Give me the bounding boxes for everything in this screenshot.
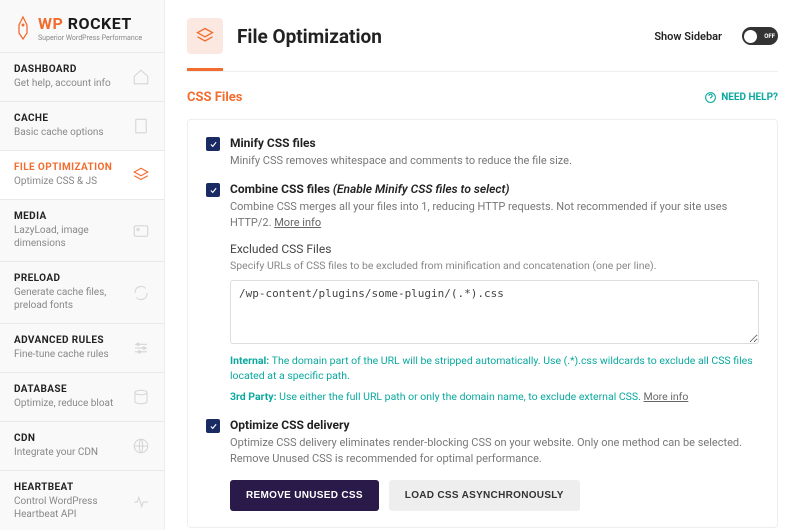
sidebar-item-advanced-rules[interactable]: ADVANCED RULESFine-tune cache rules xyxy=(0,323,164,372)
sidebar-item-file-optimization[interactable]: FILE OPTIMIZATIONOptimize CSS & JS xyxy=(0,150,164,199)
refresh-icon xyxy=(132,284,150,302)
page-title: File Optimization xyxy=(237,25,640,48)
remove-unused-css-button[interactable]: REMOVE UNUSED CSS xyxy=(230,480,379,511)
section-title: CSS Files xyxy=(187,90,242,105)
excluded-thirdparty-note: 3rd Party: Use either the full URL path … xyxy=(230,390,759,405)
check-icon xyxy=(209,422,218,431)
check-icon xyxy=(209,140,218,149)
show-sidebar-label: Show Sidebar xyxy=(654,30,722,43)
sidebar-item-heartbeat[interactable]: HEARTBEATControl WordPress Heartbeat API xyxy=(0,470,164,530)
sidebar: WP ROCKET Superior WordPress Performance… xyxy=(0,0,165,530)
option-combine-css: Combine CSS files (Enable Minify CSS fil… xyxy=(206,182,759,404)
load-css-async-button[interactable]: LOAD CSS ASYNCHRONOUSLY xyxy=(389,480,580,511)
optimize-delivery-checkbox[interactable] xyxy=(206,419,220,433)
sidebar-item-database[interactable]: DATABASEOptimize, reduce bloat xyxy=(0,372,164,421)
layers-icon xyxy=(132,166,150,184)
logo: WP ROCKET Superior WordPress Performance xyxy=(0,0,164,52)
globe-icon xyxy=(132,437,150,455)
combine-css-desc: Combine CSS merges all your files into 1… xyxy=(230,199,759,230)
rocket-logo-icon xyxy=(14,15,32,41)
combine-css-checkbox[interactable] xyxy=(206,183,220,197)
excluded-css-label: Excluded CSS Files xyxy=(230,242,759,256)
home-icon xyxy=(132,68,150,86)
excluded-internal-note: Internal: The domain part of the URL wil… xyxy=(230,354,759,383)
thirdparty-more-info-link[interactable]: More info xyxy=(644,390,689,403)
option-minify-css: Minify CSS files Minify CSS removes whit… xyxy=(206,136,759,168)
combine-css-label: Combine CSS files (Enable Minify CSS fil… xyxy=(230,182,759,196)
sidebar-item-media[interactable]: MEDIALazyLoad, image dimensions xyxy=(0,199,164,261)
minify-css-checkbox[interactable] xyxy=(206,137,220,151)
option-optimize-css-delivery: Optimize CSS delivery Optimize CSS deliv… xyxy=(206,418,759,511)
page-icon xyxy=(132,117,150,135)
sidebar-item-dashboard[interactable]: DASHBOARDGet help, account info xyxy=(0,52,164,101)
sidebar-item-preload[interactable]: PRELOADGenerate cache files, preload fon… xyxy=(0,261,164,323)
excluded-css-desc: Specify URLs of CSS files to be excluded… xyxy=(230,259,759,272)
main-panel: File Optimization Show Sidebar OFF CSS F… xyxy=(165,0,800,530)
combine-more-info-link[interactable]: More info xyxy=(274,216,321,229)
layers-icon xyxy=(187,18,223,54)
check-icon xyxy=(209,186,218,195)
minify-css-label: Minify CSS files xyxy=(230,136,759,150)
need-help-link[interactable]: NEED HELP? xyxy=(704,91,778,104)
optimize-delivery-desc: Optimize CSS delivery eliminates render-… xyxy=(230,435,759,466)
image-icon xyxy=(132,222,150,240)
content-area: CSS Files NEED HELP? Minify CSS files Mi… xyxy=(165,72,800,530)
minify-css-desc: Minify CSS removes whitespace and commen… xyxy=(230,153,759,168)
show-sidebar-toggle[interactable]: OFF xyxy=(742,27,778,45)
sliders-icon xyxy=(132,339,150,357)
sidebar-item-cache[interactable]: CACHEBasic cache options xyxy=(0,101,164,150)
excluded-css-textarea[interactable] xyxy=(230,280,759,344)
sidebar-item-cdn[interactable]: CDNIntegrate your CDN xyxy=(0,421,164,470)
heartbeat-icon xyxy=(132,493,150,511)
database-icon xyxy=(132,388,150,406)
css-files-panel: Minify CSS files Minify CSS removes whit… xyxy=(187,119,778,528)
optimize-delivery-label: Optimize CSS delivery xyxy=(230,418,759,432)
help-icon xyxy=(704,91,717,104)
page-header: File Optimization Show Sidebar OFF xyxy=(165,0,800,54)
